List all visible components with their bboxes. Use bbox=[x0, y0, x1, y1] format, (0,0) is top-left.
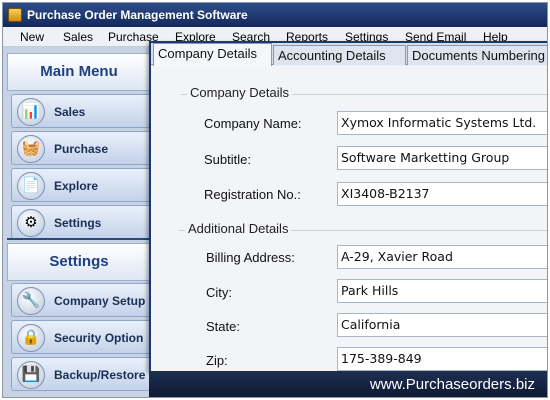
sales-chart-icon: 📊 bbox=[17, 98, 45, 126]
registration-no-field[interactable]: XI3408-B2137 bbox=[337, 182, 547, 206]
menu-new[interactable]: New bbox=[20, 30, 44, 44]
settings-header: Settings bbox=[7, 243, 151, 281]
zip-field[interactable]: 175-389-849 bbox=[337, 347, 547, 371]
tab-content: Company Details Company Name: Xymox Info… bbox=[151, 66, 547, 371]
backup-restore-icon: 💾 bbox=[17, 361, 45, 389]
sidebar-item-purchase[interactable]: 🧺 Purchase bbox=[11, 131, 153, 165]
sidebar-item-label: Explore bbox=[54, 179, 99, 193]
subtitle-label: Subtitle: bbox=[204, 152, 251, 167]
footer-banner: www.Purchaseorders.biz bbox=[149, 371, 547, 397]
city-field[interactable]: Park Hills bbox=[337, 279, 547, 303]
sidebar-item-label: Security Option bbox=[54, 331, 144, 345]
company-settings-dialog: Company Details Accounting Details Docum… bbox=[149, 41, 547, 371]
sidebar-item-backup-restore[interactable]: 💾 Backup/Restore bbox=[11, 357, 153, 391]
company-setup-icon: 🔧 bbox=[17, 287, 45, 315]
security-lock-icon: 🔒 bbox=[17, 324, 45, 352]
zip-label: Zip: bbox=[206, 353, 228, 368]
tab-accounting-details[interactable]: Accounting Details bbox=[273, 45, 406, 65]
company-name-label: Company Name: bbox=[204, 116, 302, 131]
registration-no-label: Registration No.: bbox=[204, 187, 301, 202]
tab-company-details[interactable]: Company Details bbox=[153, 43, 272, 66]
city-label: City: bbox=[206, 285, 232, 300]
sidebar-item-settings[interactable]: ⚙ Settings bbox=[11, 205, 153, 239]
billing-address-field[interactable]: A-29, Xavier Road bbox=[337, 245, 547, 269]
sidebar-item-label: Purchase bbox=[54, 142, 109, 156]
subtitle-field[interactable]: Software Marketting Group bbox=[337, 146, 547, 170]
sidebar-item-explore[interactable]: 📄 Explore bbox=[11, 168, 153, 202]
app-icon bbox=[8, 8, 22, 22]
sidebar-item-label: Company Setup bbox=[54, 294, 146, 308]
additional-details-legend: Additional Details bbox=[185, 221, 292, 236]
sidebar-item-label: Settings bbox=[54, 216, 102, 230]
sidebar-item-label: Sales bbox=[54, 105, 86, 119]
window-title: Purchase Order Management Software bbox=[27, 8, 248, 22]
app-window: Purchase Order Management Software New S… bbox=[2, 2, 548, 398]
state-field[interactable]: California bbox=[337, 313, 547, 337]
tab-documents-numbering[interactable]: Documents Numbering bbox=[407, 45, 547, 65]
company-details-legend: Company Details bbox=[187, 85, 292, 100]
company-name-field[interactable]: Xymox Informatic Systems Ltd. bbox=[337, 111, 547, 135]
website-url: www.Purchaseorders.biz bbox=[369, 376, 535, 393]
title-bar: Purchase Order Management Software bbox=[3, 3, 547, 27]
sidebar-item-sales[interactable]: 📊 Sales bbox=[11, 94, 153, 128]
sidebar-divider bbox=[7, 238, 151, 240]
state-label: State: bbox=[206, 319, 240, 334]
sidebar-item-security-option[interactable]: 🔒 Security Option bbox=[11, 320, 153, 354]
sidebar-item-company-setup[interactable]: 🔧 Company Setup bbox=[11, 283, 153, 317]
sidebar: Main Menu 📊 Sales 🧺 Purchase 📄 Explore ⚙… bbox=[3, 47, 155, 397]
menu-sales[interactable]: Sales bbox=[63, 30, 93, 44]
main-menu-header: Main Menu bbox=[7, 53, 151, 91]
billing-address-label: Billing Address: bbox=[206, 250, 295, 265]
purchase-basket-icon: 🧺 bbox=[17, 135, 45, 163]
sidebar-item-label: Backup/Restore bbox=[54, 368, 146, 382]
explore-document-icon: 📄 bbox=[17, 172, 45, 200]
settings-gear-icon: ⚙ bbox=[17, 209, 45, 237]
tab-strip: Company Details Accounting Details Docum… bbox=[151, 43, 547, 66]
